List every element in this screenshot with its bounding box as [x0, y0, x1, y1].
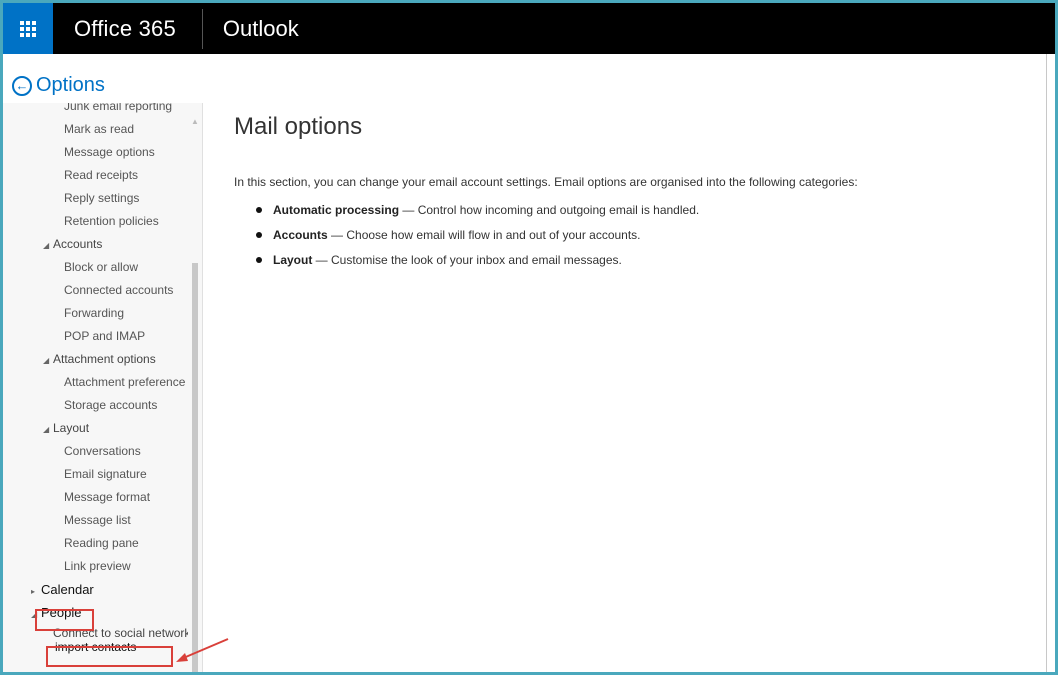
back-arrow-circle-icon: ←	[12, 75, 32, 96]
category-desc: — Customise the look of your inbox and e…	[312, 253, 622, 267]
options-back-button[interactable]: ← Options	[12, 74, 105, 97]
collapse-triangle-icon[interactable]: ◢	[43, 418, 53, 440]
nav-item-conversations[interactable]: Conversations	[3, 440, 188, 463]
nav-item-reply-settings[interactable]: Reply settings	[3, 187, 188, 210]
nav-item-label: Block or allow	[64, 260, 139, 274]
nav-item-junk-email-reporting[interactable]: Junk email reporting	[3, 103, 188, 118]
nav-item-label: Message format	[64, 490, 151, 504]
nav-divider	[202, 103, 203, 672]
highlight-import-contacts	[46, 646, 173, 667]
annotation-arrow-icon	[176, 638, 229, 662]
options-nav-list: Junk email reporting Mark as read Message …	[3, 103, 188, 659]
nav-item-label: Storage accounts	[64, 398, 158, 412]
nav-item-label: Attachment preference	[64, 375, 186, 389]
collapse-triangle-icon[interactable]: ◢	[43, 234, 53, 256]
category-desc: — Control how incoming and outgoing emai…	[399, 203, 700, 217]
options-label: Options	[36, 74, 105, 96]
nav-item-forwarding[interactable]: Forwarding	[3, 302, 188, 325]
options-nav: Junk email reporting Mark as read Message …	[3, 103, 203, 672]
highlight-people	[35, 609, 94, 631]
nav-item-read-receipts[interactable]: Read receipts	[3, 164, 188, 187]
nav-item-label: Retention policies	[64, 214, 159, 228]
brand-title[interactable]: Office 365	[53, 3, 202, 54]
category-term: Accounts	[273, 228, 328, 242]
nav-item-label: Attachment options	[53, 352, 156, 366]
category-item: Layout — Customise the look of your inbo…	[256, 252, 1014, 277]
nav-scrollbar-thumb[interactable]	[192, 263, 198, 672]
nav-item-label: Conversations	[64, 444, 141, 458]
app-launcher-icon	[20, 20, 36, 37]
nav-item-accounts[interactable]: ◢ Accounts	[3, 233, 188, 256]
nav-item-label: Calendar	[41, 582, 94, 597]
nav-item-label: Accounts	[53, 237, 103, 251]
app-name[interactable]: Outlook	[203, 3, 299, 54]
nav-item-people[interactable]: ◢ People	[3, 601, 188, 624]
nav-item-label: Read receipts	[64, 168, 139, 182]
category-term: Layout	[273, 253, 313, 267]
nav-item-label: Email signature	[64, 467, 147, 481]
nav-item-label: POP and IMAP	[64, 329, 146, 343]
nav-item-email-signature[interactable]: Email signature	[3, 463, 188, 486]
nav-item-pop-and-imap[interactable]: POP and IMAP	[3, 325, 188, 348]
nav-item-connected-accounts[interactable]: Connected accounts	[3, 279, 188, 302]
category-term: Automatic processing	[273, 203, 400, 217]
scroll-up-arrow-icon[interactable]: ▲	[191, 117, 199, 126]
nav-item-message-list[interactable]: Message list	[3, 509, 188, 532]
nav-item-calendar[interactable]: ▸ Calendar	[3, 578, 188, 601]
nav-scrollbar[interactable]: ▲	[191, 103, 199, 672]
page-title: Mail options	[234, 113, 363, 140]
category-item: Accounts — Choose how email will flow in…	[256, 227, 1014, 252]
nav-item-layout[interactable]: ◢ Layout	[3, 417, 188, 440]
nav-item-label: Message list	[64, 513, 131, 527]
nav-item-label: Link preview	[64, 559, 131, 573]
nav-item-message-format[interactable]: Message format	[3, 486, 188, 509]
nav-item-label: Message options	[64, 145, 155, 159]
nav-item-label: Reply settings	[64, 191, 140, 205]
outlook-window: Office 365 Outlook ← Options Junk email …	[3, 3, 1055, 672]
collapse-triangle-icon[interactable]: ◢	[43, 349, 53, 371]
category-desc: — Choose how email will flow in and out …	[327, 228, 641, 242]
nav-item-link-preview[interactable]: Link preview	[3, 555, 188, 578]
top-bar: Office 365 Outlook	[3, 3, 1055, 54]
main-content: Mail options In this section, you can ch…	[234, 113, 1014, 277]
nav-item-mark-as-read[interactable]: Mark as read	[3, 118, 188, 141]
nav-item-attachment-preference[interactable]: Attachment preference	[3, 371, 188, 394]
nav-item-attachment-options[interactable]: ◢ Attachment options	[3, 348, 188, 371]
nav-item-label: Forwarding	[64, 306, 125, 320]
nav-item-storage-accounts[interactable]: Storage accounts	[3, 394, 188, 417]
nav-item-block-or-allow[interactable]: Block or allow	[3, 256, 188, 279]
expand-triangle-icon[interactable]: ▸	[31, 580, 41, 601]
nav-item-label: Reading pane	[64, 536, 139, 550]
category-list: Automatic processing — Control how incom…	[234, 202, 1014, 277]
nav-item-message-options[interactable]: Message options	[3, 141, 188, 164]
nav-item-label: Junk email reporting	[64, 103, 173, 113]
app-launcher-button[interactable]	[3, 3, 53, 54]
main-scrollbar[interactable]	[1046, 54, 1047, 672]
nav-item-label: Layout	[53, 421, 90, 435]
nav-item-label: Mark as read	[64, 122, 135, 136]
nav-item-retention-policies[interactable]: Retention policies	[3, 210, 188, 233]
category-item: Automatic processing — Control how incom…	[256, 202, 1014, 227]
nav-item-label: Connected accounts	[64, 283, 174, 297]
intro-text: In this section, you can change your ema…	[234, 175, 858, 189]
nav-item-reading-pane[interactable]: Reading pane	[3, 532, 188, 555]
